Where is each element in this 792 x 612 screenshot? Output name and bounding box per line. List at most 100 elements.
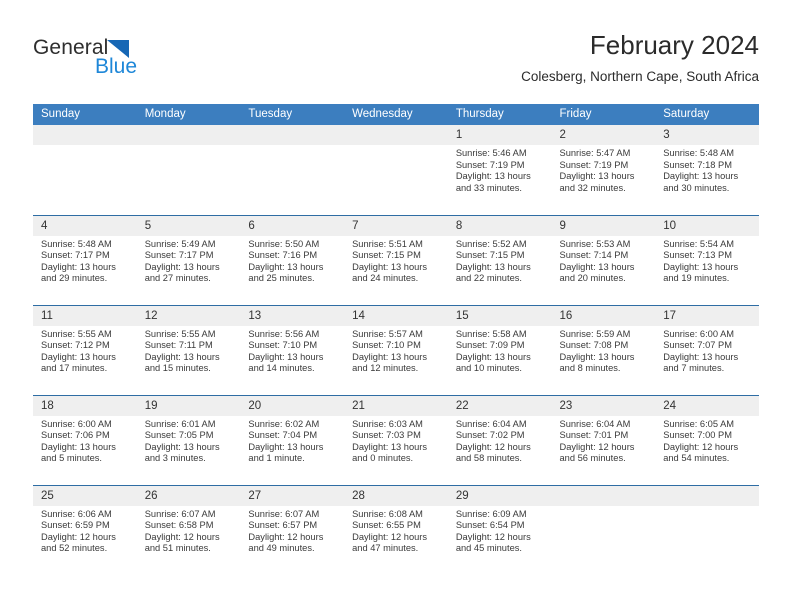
- calendar-day-cell[interactable]: 2 Sunrise: 5:47 AM Sunset: 7:19 PM Daylig…: [551, 125, 656, 215]
- calendar-day-cell[interactable]: 16 Sunrise: 5:59 AM Sunset: 7:08 PM Dayli…: [551, 304, 656, 395]
- sun-times-info: Sunrise: 6:07 AM Sunset: 6:57 PM Dayligh…: [248, 508, 324, 554]
- day-number: 25: [33, 485, 137, 506]
- day-number: 18: [33, 395, 137, 416]
- sun-times-info: Sunrise: 5:58 AM Sunset: 7:09 PM Dayligh…: [455, 328, 531, 374]
- calendar-day-cell[interactable]: 9 Sunrise: 5:53 AM Sunset: 7:14 PM Daylig…: [551, 214, 656, 305]
- title-block: February 2024 Colesberg, Northern Cape, …: [521, 28, 759, 88]
- calendar-day-cell[interactable]: 17 Sunrise: 6:00 AM Sunset: 7:07 PM Dayli…: [655, 304, 759, 395]
- day-number: 5: [136, 215, 241, 236]
- page-title: February 2024: [589, 30, 759, 60]
- day-number: 4: [33, 215, 137, 236]
- sun-times-info: Sunrise: 5:48 AM Sunset: 7:18 PM Dayligh…: [663, 148, 739, 193]
- day-number: 20: [240, 395, 345, 416]
- day-number: 23: [551, 395, 656, 416]
- calendar-day-cell[interactable]: 3 Sunrise: 5:48 AM Sunset: 7:18 PM Daylig…: [655, 125, 759, 215]
- sun-times-info: Sunrise: 6:05 AM Sunset: 7:00 PM Dayligh…: [663, 418, 739, 464]
- calendar-header-row: Sunday Monday Tuesday Wednesday Thursday Frid…: [33, 104, 759, 125]
- sun-times-info: Sunrise: 6:04 AM Sunset: 7:01 PM Dayligh…: [559, 418, 635, 464]
- calendar-day-cell[interactable]: 18 Sunrise: 6:00 AM Sunset: 7:06 PM Dayli…: [33, 394, 137, 485]
- calendar-day-cell[interactable]: 22 Sunrise: 6:04 AM Sunset: 7:02 PM Dayli…: [447, 394, 552, 485]
- sun-times-info: Sunrise: 5:49 AM Sunset: 7:17 PM Dayligh…: [144, 238, 220, 284]
- calendar-day-cell[interactable]: 24 Sunrise: 6:05 AM Sunset: 7:00 PM Dayli…: [655, 394, 759, 485]
- calendar-day-cell[interactable]: 27 Sunrise: 6:07 AM Sunset: 6:57 PM Dayli…: [240, 484, 345, 575]
- day-number: 19: [136, 395, 241, 416]
- day-number: 24: [655, 395, 759, 416]
- day-number: 26: [136, 485, 241, 506]
- calendar-day-cell[interactable]: 7 Sunrise: 5:51 AM Sunset: 7:15 PM Daylig…: [344, 214, 448, 305]
- calendar-day-cell[interactable]: 19 Sunrise: 6:01 AM Sunset: 7:05 PM Dayli…: [136, 394, 241, 485]
- calendar-body: 1 Sunrise: 5:46 AM Sunset: 7:19 PM Daylig…: [33, 125, 759, 575]
- calendar-day-cell[interactable]: 23 Sunrise: 6:04 AM Sunset: 7:01 PM Dayli…: [551, 394, 656, 485]
- day-number: 27: [240, 485, 345, 506]
- day-number: 13: [240, 305, 345, 326]
- sun-times-info: Sunrise: 5:55 AM Sunset: 7:11 PM Dayligh…: [144, 328, 220, 374]
- sun-times-info: Sunrise: 5:50 AM Sunset: 7:16 PM Dayligh…: [248, 238, 324, 284]
- calendar-day-cell[interactable]: 11 Sunrise: 5:55 AM Sunset: 7:12 PM Dayli…: [33, 304, 137, 395]
- calendar-day-cell[interactable]: 26 Sunrise: 6:07 AM Sunset: 6:58 PM Dayli…: [136, 484, 241, 575]
- day-number: 28: [344, 485, 448, 506]
- sun-times-info: Sunrise: 6:02 AM Sunset: 7:04 PM Dayligh…: [248, 418, 324, 464]
- calendar-day-cell[interactable]: 1 Sunrise: 5:46 AM Sunset: 7:19 PM Daylig…: [447, 125, 552, 215]
- calendar-day-cell[interactable]: 12 Sunrise: 5:55 AM Sunset: 7:11 PM Dayli…: [136, 304, 241, 395]
- general-blue-logo[interactable]: General Blue: [33, 36, 213, 94]
- sun-times-info: Sunrise: 6:04 AM Sunset: 7:02 PM Dayligh…: [455, 418, 531, 464]
- day-number: 9: [551, 215, 656, 236]
- weekday-header-monday: Monday: [136, 104, 241, 125]
- weekday-header-tuesday: Tuesday: [240, 104, 345, 125]
- sun-times-info: Sunrise: 5:52 AM Sunset: 7:15 PM Dayligh…: [455, 238, 531, 284]
- sun-times-info: Sunrise: 6:07 AM Sunset: 6:58 PM Dayligh…: [144, 508, 220, 554]
- weekday-header-saturday: Saturday: [655, 104, 759, 125]
- calendar-day-cell-empty: [33, 125, 137, 215]
- weekday-header-wednesday: Wednesday: [344, 104, 448, 125]
- sun-times-info: Sunrise: 5:56 AM Sunset: 7:10 PM Dayligh…: [248, 328, 324, 374]
- day-number: 16: [551, 305, 656, 326]
- sun-times-info: Sunrise: 5:46 AM Sunset: 7:19 PM Dayligh…: [455, 148, 531, 193]
- day-number: 1: [447, 125, 552, 145]
- day-number: [655, 485, 759, 506]
- day-number: 2: [551, 125, 656, 145]
- day-number: [240, 125, 345, 145]
- calendar-day-cell[interactable]: 29 Sunrise: 6:09 AM Sunset: 6:54 PM Dayli…: [447, 484, 552, 575]
- day-number: [136, 125, 241, 145]
- calendar-day-cell[interactable]: 8 Sunrise: 5:52 AM Sunset: 7:15 PM Daylig…: [447, 214, 552, 305]
- calendar-day-cell[interactable]: 28 Sunrise: 6:08 AM Sunset: 6:55 PM Dayli…: [344, 484, 448, 575]
- calendar-day-cell[interactable]: 5 Sunrise: 5:49 AM Sunset: 7:17 PM Daylig…: [136, 214, 241, 305]
- calendar-week-row: 11 Sunrise: 5:55 AM Sunset: 7:12 PM Dayli…: [33, 304, 759, 395]
- sun-times-info: Sunrise: 6:00 AM Sunset: 7:07 PM Dayligh…: [663, 328, 739, 374]
- sun-times-info: Sunrise: 5:57 AM Sunset: 7:10 PM Dayligh…: [352, 328, 428, 374]
- calendar-week-row: 25 Sunrise: 6:06 AM Sunset: 6:59 PM Dayli…: [33, 484, 759, 575]
- weekday-header-friday: Friday: [551, 104, 656, 125]
- calendar-grid: Sunday Monday Tuesday Wednesday Thursday Frid…: [33, 104, 759, 575]
- calendar-day-cell[interactable]: 25 Sunrise: 6:06 AM Sunset: 6:59 PM Dayli…: [33, 484, 137, 575]
- calendar-table: Sunday Monday Tuesday Wednesday Thursday Frid…: [33, 104, 759, 575]
- day-number: 6: [240, 215, 345, 236]
- calendar-day-cell[interactable]: 10 Sunrise: 5:54 AM Sunset: 7:13 PM Dayli…: [655, 214, 759, 305]
- calendar-day-cell[interactable]: 6 Sunrise: 5:50 AM Sunset: 7:16 PM Daylig…: [240, 214, 345, 305]
- page-header: General Blue February 2024 Colesberg, No…: [33, 28, 759, 100]
- sun-times-info: Sunrise: 5:55 AM Sunset: 7:12 PM Dayligh…: [41, 328, 116, 374]
- logo-text-blue: Blue: [95, 55, 138, 78]
- day-number: 29: [447, 485, 552, 506]
- calendar-day-cell[interactable]: 20 Sunrise: 6:02 AM Sunset: 7:04 PM Dayli…: [240, 394, 345, 485]
- sun-times-info: Sunrise: 5:59 AM Sunset: 7:08 PM Dayligh…: [559, 328, 635, 374]
- calendar-day-cell[interactable]: 13 Sunrise: 5:56 AM Sunset: 7:10 PM Dayli…: [240, 304, 345, 395]
- day-number: 21: [344, 395, 448, 416]
- day-number: 3: [655, 125, 759, 145]
- calendar-day-cell[interactable]: 4 Sunrise: 5:48 AM Sunset: 7:17 PM Daylig…: [33, 214, 137, 305]
- calendar-day-cell-empty: [136, 125, 241, 215]
- sun-times-info: Sunrise: 6:00 AM Sunset: 7:06 PM Dayligh…: [41, 418, 116, 464]
- calendar-day-cell-empty: [551, 484, 656, 575]
- calendar-day-cell[interactable]: 14 Sunrise: 5:57 AM Sunset: 7:10 PM Dayli…: [344, 304, 448, 395]
- weekday-header-sunday: Sunday: [33, 104, 137, 125]
- day-number: 17: [655, 305, 759, 326]
- calendar-day-cell[interactable]: 15 Sunrise: 5:58 AM Sunset: 7:09 PM Dayli…: [447, 304, 552, 395]
- weekday-header-row: Sunday Monday Tuesday Wednesday Thursday Frid…: [33, 104, 759, 125]
- day-number: 11: [33, 305, 137, 326]
- day-number: 10: [655, 215, 759, 236]
- calendar-day-cell-empty: [655, 484, 759, 575]
- calendar-day-cell[interactable]: 21 Sunrise: 6:03 AM Sunset: 7:03 PM Dayli…: [344, 394, 448, 485]
- day-number: 12: [136, 305, 241, 326]
- day-number: 15: [447, 305, 552, 326]
- sun-times-info: Sunrise: 5:47 AM Sunset: 7:19 PM Dayligh…: [559, 148, 635, 193]
- day-number: 7: [344, 215, 448, 236]
